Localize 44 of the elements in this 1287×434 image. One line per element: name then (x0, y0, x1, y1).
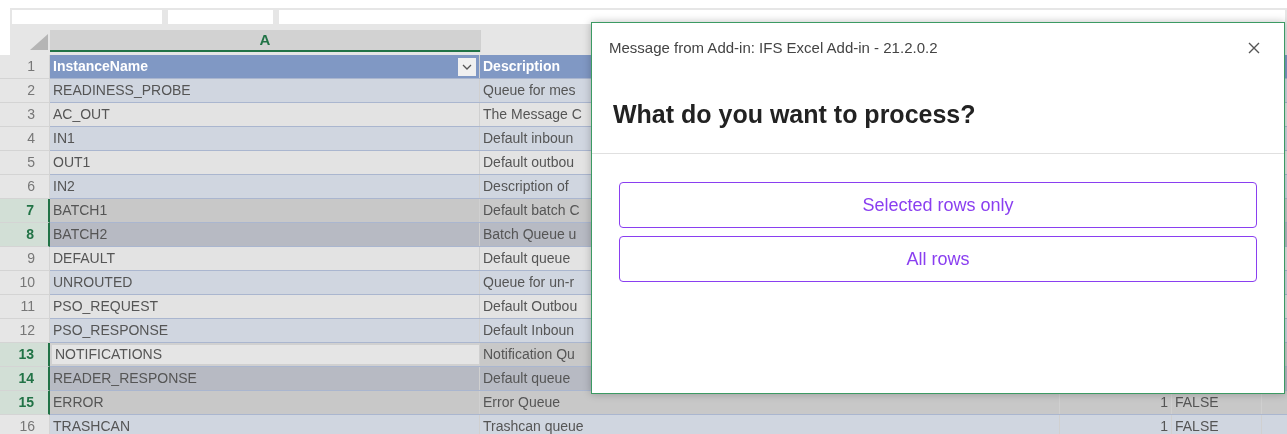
table-cell: UNROUTED (50, 271, 480, 294)
table-cell-text: FALSE (1175, 417, 1219, 434)
row-number[interactable]: 1 (0, 55, 50, 79)
table-cell: IN2 (50, 175, 480, 198)
table-cell: DEFAULT (50, 247, 480, 270)
row-number[interactable]: 14 (0, 367, 50, 391)
row-number[interactable]: 13 (0, 343, 50, 367)
option-button[interactable]: Selected rows only (619, 182, 1257, 228)
table-cell: Trashcan queue (480, 415, 1060, 434)
column-heading: InstanceName (50, 55, 480, 78)
row-number[interactable]: 10 (0, 271, 50, 295)
dialog-title: Message from Add-in: IFS Excel Add-in - 21.2.0.2 (609, 38, 938, 58)
table-cell-text: 1 (1160, 393, 1168, 412)
table-cell: PSO_RESPONSE (50, 319, 480, 342)
table-cell: IN1 (50, 127, 480, 150)
option-button[interactable]: All rows (619, 236, 1257, 282)
table-cell: NOTIFICATIONS (50, 343, 480, 366)
table-cell: BATCH2 (50, 223, 480, 246)
column-header[interactable]: A (50, 30, 480, 52)
corner-triangle-icon (30, 34, 48, 50)
table-cell-text: 1 (1160, 417, 1168, 434)
table-cell: PSO_REQUEST (50, 295, 480, 318)
row-number[interactable]: 5 (0, 151, 50, 175)
table-cell: BATCH1 (50, 199, 480, 222)
row-number[interactable]: 7 (0, 199, 50, 223)
row-number[interactable]: 11 (0, 295, 50, 319)
table-cell: AC_OUT (50, 103, 480, 126)
formula-bar[interactable] (279, 10, 1285, 24)
row-number[interactable]: 3 (0, 103, 50, 127)
table-cell: OUT1 (50, 151, 480, 174)
table-cell: TRASHCAN (50, 415, 480, 434)
filter-dropdown-icon[interactable] (458, 57, 476, 76)
row-number[interactable]: 2 (0, 79, 50, 103)
row-number[interactable]: 15 (0, 391, 50, 415)
table-cell-text: FALSE (1175, 393, 1219, 412)
row-number[interactable]: 9 (0, 247, 50, 271)
row-number[interactable]: 12 (0, 319, 50, 343)
table-cell: READER_RESPONSE (50, 367, 480, 390)
row-number[interactable]: 16 (0, 415, 50, 434)
row-number[interactable]: 8 (0, 223, 50, 247)
table-cell: ERROR (50, 391, 480, 414)
row-number[interactable]: 6 (0, 175, 50, 199)
row-number[interactable]: 4 (0, 127, 50, 151)
table-cell: READINESS_PROBE (50, 79, 480, 102)
